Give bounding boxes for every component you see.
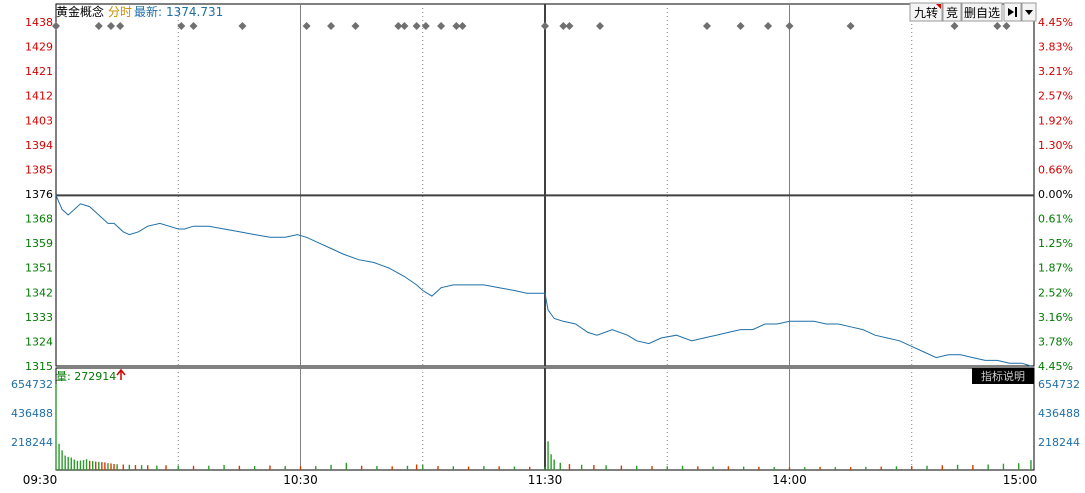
period-label: 分时 [108,5,132,19]
y-tick-label-left: 1412 [25,90,53,103]
y-tick-label-left: 1429 [25,41,53,54]
volume-y-tick-right: 654732 [1038,378,1080,391]
y-tick-label-left: 1333 [25,311,53,324]
y-tick-label-right: 0.61% [1038,213,1073,226]
y-tick-label-right: 3.21% [1038,65,1073,78]
x-tick-label: 09:30 [23,473,58,487]
y-tick-label-left: 1315 [25,360,53,373]
event-marker [764,22,773,30]
y-tick-label-right: 3.16% [1038,311,1073,324]
event-marker [541,22,549,30]
event-marker [302,22,311,30]
event-marker [412,22,421,30]
y-tick-label-left: 1368 [25,213,53,226]
volume-bars [55,384,1032,470]
event-markers [52,22,1011,30]
y-tick-label-left: 1351 [25,262,53,275]
event-marker [458,22,467,30]
grid [56,4,1034,470]
event-marker [785,22,794,30]
y-tick-label-left: 1324 [25,335,53,348]
toolbar-button-label: 竞 [946,6,958,20]
y-tick-label-right: 1.92% [1038,114,1073,127]
y-tick-label-left: 1438 [25,16,53,29]
toolbar: 九转竞删自选 [909,2,1037,22]
volume-y-tick-left: 436488 [11,407,53,420]
event-marker [400,22,409,30]
indicator-button-label: 指标说明 [981,369,1025,383]
toolbar-button-label: 删自选 [964,6,1000,20]
event-marker [950,22,959,30]
y-tick-label-left: 1376 [25,188,53,201]
y-tick-label-right: 3.78% [1038,335,1073,348]
y-tick-label-right: 3.83% [1038,41,1073,54]
volume-y-tick-right: 436488 [1038,407,1080,420]
toolbar-button-label: 九转 [914,5,938,20]
x-tick-label: 15:00 [1003,473,1038,487]
y-tick-label-left: 1385 [25,163,53,176]
y-tick-label-left: 1342 [25,286,53,299]
y-tick-label-right: 0.00% [1038,188,1073,201]
intraday-chart: 1438 1429 1421 1412 1403 1394 1385 1376 1368 1359… [11,2,1080,487]
event-marker [107,22,116,30]
event-marker [702,22,711,30]
event-marker [189,22,198,30]
y-tick-label-left: 1394 [25,139,53,152]
y-tick-label-right: 2.52% [1038,286,1073,299]
volume-y-tick-left: 654732 [11,378,53,391]
y-tick-label-right: 1.87% [1038,262,1073,275]
y-tick-label-left: 1403 [25,114,53,127]
y-tick-label-right: 1.30% [1038,139,1073,152]
volume-label: 量: 272914 [56,370,116,383]
event-marker [116,22,125,30]
event-marker [565,22,574,30]
header: 黄金概念 分时 最新: 1374.731 [56,4,223,19]
x-tick-label: 10:30 [283,473,318,487]
event-marker [1002,22,1011,30]
y-tick-label-right: 4.45% [1038,360,1073,373]
event-marker [846,22,855,30]
event-marker [327,22,336,30]
event-marker [94,22,103,30]
y-tick-label-left: 1359 [25,237,53,250]
event-marker [437,22,446,30]
event-marker [52,22,60,30]
y-tick-label-right: 4.45% [1038,16,1073,29]
price-series-line [55,195,1032,367]
chart-root: 1438 1429 1421 1412 1403 1394 1385 1376 1368 1359… [0,0,1085,489]
y-tick-label-left: 1421 [25,65,53,78]
price-line [55,195,1032,367]
latest-label: 最新: [134,4,162,19]
volume-y-tick-left: 218244 [11,436,53,449]
event-marker [238,22,247,30]
latest-value: 1374.731 [166,5,223,19]
y-tick-label-right: 0.66% [1038,163,1073,176]
x-tick-label: 14:00 [772,473,807,487]
event-marker [351,22,360,30]
x-tick-label: 11:30 [528,473,563,487]
up-arrow-icon [116,368,126,380]
event-marker [736,22,745,30]
y-tick-label-right: 2.57% [1038,90,1073,103]
volume-y-tick-right: 218244 [1038,436,1080,449]
series-name: 黄金概念 [56,4,104,19]
event-marker [596,22,605,30]
y-tick-label-right: 1.25% [1038,237,1073,250]
event-marker [993,22,1002,30]
